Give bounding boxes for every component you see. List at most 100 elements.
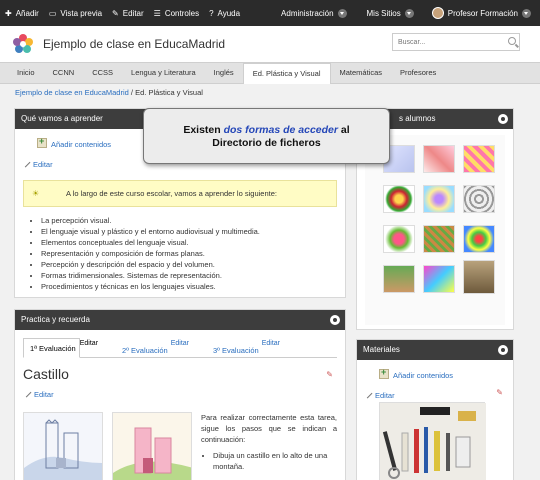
materials-add-content-link[interactable]: Añadir contenidos: [393, 371, 453, 380]
castle-instructions-text: Para realizar correctamente esta tarea, …: [201, 413, 337, 444]
tab-profesores[interactable]: Profesores: [391, 63, 445, 83]
castle-heading: Castillo: [23, 366, 69, 382]
art-supplies-image: [380, 403, 486, 480]
list-item: Procedimientos y técnicas en los lenguaj…: [41, 281, 345, 292]
gear-icon[interactable]: [330, 315, 340, 325]
castle-steps: Dibuja un castillo en lo alto de una mon…: [201, 450, 337, 472]
callout-line-2: Directorio de ficheros: [212, 137, 321, 149]
evaluation-tabs: 1ª Evaluación Editar 2º Evaluación Edita…: [23, 338, 337, 358]
add-content-icon: [37, 136, 47, 148]
student-artwork[interactable]: [383, 225, 415, 253]
my-sites-label: Mis Sitios: [366, 8, 401, 18]
preview-button[interactable]: ▭ Vista previa: [44, 9, 107, 18]
flower-logo-icon: [13, 34, 33, 53]
callout-prefix: Existen: [183, 124, 221, 136]
student-artwork[interactable]: [423, 225, 455, 253]
preview-label: Vista previa: [60, 8, 103, 18]
site-title[interactable]: Ejemplo de clase en EducaMadrid: [43, 37, 225, 51]
search-input[interactable]: [392, 33, 520, 51]
list-item: Percepción y descripción del espacio y d…: [41, 259, 345, 270]
breadcrumb-separator: /: [130, 88, 134, 97]
list-item: Dibuja un castillo en lo alto de una mon…: [213, 450, 337, 472]
castle-drawing-1[interactable]: [23, 412, 103, 480]
learn-add-content-link[interactable]: Añadir contenidos: [51, 140, 111, 149]
materials-edit-link[interactable]: Editar: [375, 391, 395, 400]
sliders-icon: ☰: [153, 8, 161, 18]
pin-icon[interactable]: ✎: [326, 370, 333, 379]
add-label: Añadir: [15, 8, 39, 18]
avatar: [431, 7, 444, 19]
controls-button[interactable]: ☰ Controles: [149, 9, 204, 18]
tab-evaluacion-2-edit[interactable]: Editar: [171, 340, 189, 347]
edit-icon: ✎: [112, 8, 119, 18]
student-artwork[interactable]: [463, 145, 495, 173]
search-icon[interactable]: [508, 37, 516, 45]
student-artwork[interactable]: [463, 225, 495, 253]
list-item: Formas tridimensionales. Sistemas de rep…: [41, 270, 345, 281]
pencil-icon: [21, 387, 32, 398]
castle-edit-link[interactable]: Editar: [34, 390, 54, 399]
materials-block-header: Materiales: [357, 340, 513, 360]
practice-block: Practica y recuerda 1ª Evaluación Editar…: [14, 309, 346, 480]
plus-icon: ✚: [5, 8, 12, 18]
materials-block: Materiales Añadir contenidos Editar ✎: [356, 339, 514, 480]
gear-icon[interactable]: [498, 114, 508, 124]
castle-drawing-2[interactable]: [112, 412, 192, 480]
user-menu[interactable]: Profesor Formación: [427, 7, 536, 19]
learn-block-title: Qué vamos a aprender: [21, 114, 103, 123]
chevron-down-icon: [337, 8, 347, 18]
learn-edit-link[interactable]: Editar: [33, 160, 53, 169]
breadcrumb-parent-link[interactable]: Ejemplo de clase en EducaMadrid: [15, 88, 129, 97]
student-artwork[interactable]: [463, 185, 495, 213]
student-artwork[interactable]: [383, 185, 415, 213]
student-artwork[interactable]: [423, 185, 455, 213]
tab-evaluacion-3[interactable]: 3º Evaluación: [207, 346, 262, 357]
pin-icon[interactable]: ✎: [496, 388, 503, 397]
tab-inicio[interactable]: Inicio: [8, 63, 44, 83]
tab-evaluacion-1-edit[interactable]: Editar: [80, 340, 98, 347]
site-logo[interactable]: [12, 33, 34, 55]
learn-topic-list: La percepción visual. El lenguaje visual…: [25, 215, 345, 292]
callout-highlight: dos formas de acceder: [223, 124, 338, 136]
gear-icon[interactable]: [498, 345, 508, 355]
list-item: Representación y composición de formas p…: [41, 248, 345, 259]
pencil-icon: [20, 157, 31, 168]
tab-evaluacion-1[interactable]: 1ª Evaluación: [23, 338, 80, 358]
callout-suffix: al: [340, 124, 350, 136]
pencil-icon: [362, 388, 373, 399]
tab-evaluacion-2[interactable]: 2º Evaluación: [116, 346, 171, 357]
castle-drawing-1-image: [24, 413, 102, 480]
learn-intro-text: A lo largo de este curso escolar, vamos …: [66, 189, 277, 198]
tab-plastica[interactable]: Ed. Plástica y Visual: [242, 63, 331, 84]
practice-block-title: Practica y recuerda: [21, 315, 90, 324]
edit-button[interactable]: ✎ Editar: [107, 9, 149, 18]
castle-instructions: Para realizar correctamente esta tarea, …: [201, 412, 337, 472]
student-artwork[interactable]: [423, 265, 455, 293]
materials-block-title: Materiales: [363, 345, 400, 354]
chevron-down-icon: [404, 8, 414, 18]
castle-edit-row: Editar: [15, 384, 345, 402]
tab-ccnn[interactable]: CCNN: [44, 63, 84, 83]
add-menu[interactable]: ✚ Añadir: [0, 9, 44, 18]
tutorial-callout: Existen dos formas de acceder al Directo…: [143, 108, 390, 164]
my-sites-menu[interactable]: Mis Sitios: [362, 8, 419, 18]
chevron-down-icon: [522, 8, 531, 18]
tab-lengua[interactable]: Lengua y Literatura: [122, 63, 205, 83]
tab-evaluacion-3-edit[interactable]: Editar: [262, 340, 280, 347]
student-artwork[interactable]: [423, 145, 455, 173]
student-artwork[interactable]: [383, 265, 415, 293]
tab-matematicas[interactable]: Matemáticas: [331, 63, 392, 83]
administration-menu[interactable]: Administración: [276, 8, 351, 18]
tab-ccss[interactable]: CCSS: [83, 63, 122, 83]
administration-label: Administración: [281, 8, 334, 18]
practice-block-header: Practica y recuerda: [15, 310, 345, 330]
student-artwork[interactable]: [463, 260, 495, 294]
castle-heading-row: Castillo: [15, 358, 345, 384]
admin-bar: ✚ Añadir ▭ Vista previa ✎ Editar ☰ Controles…: [0, 0, 540, 26]
materials-photo[interactable]: [379, 402, 486, 480]
help-button[interactable]: ? Ayuda: [204, 9, 245, 18]
list-item: La percepción visual.: [41, 215, 345, 226]
controls-label: Controles: [164, 8, 200, 18]
tab-ingles[interactable]: Inglés: [205, 63, 243, 83]
castle-drawing-2-image: [113, 413, 191, 480]
